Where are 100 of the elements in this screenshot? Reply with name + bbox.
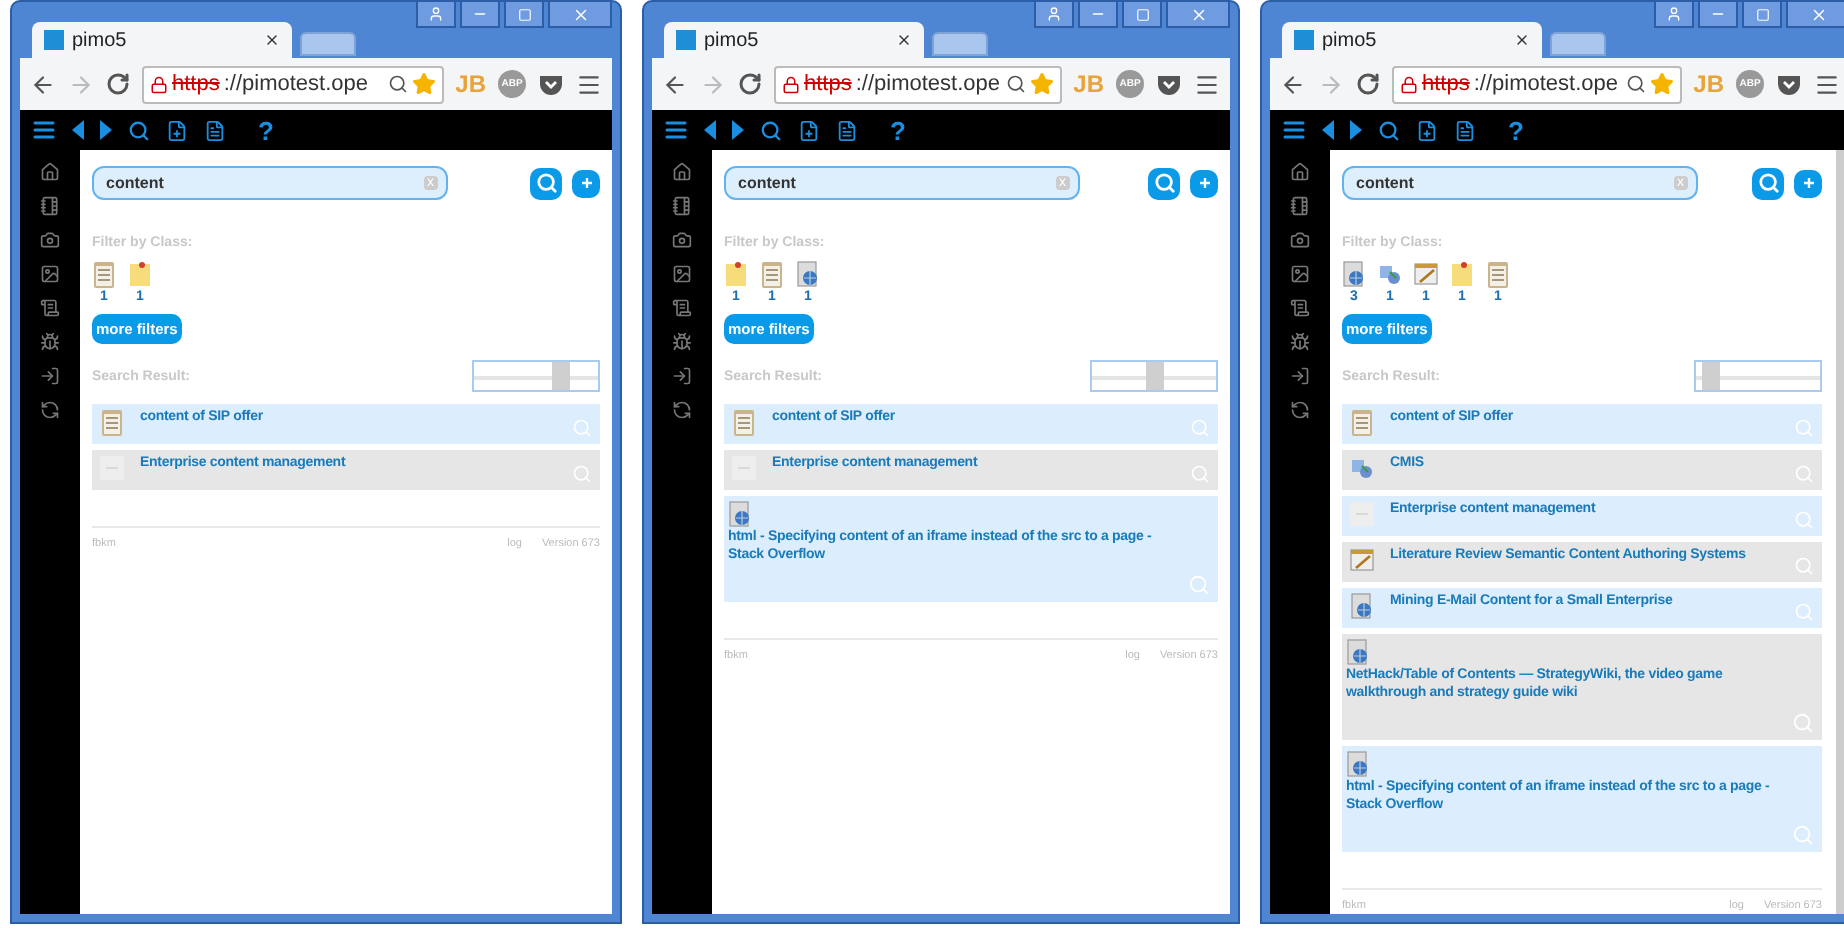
new-document-icon[interactable] <box>1416 119 1438 141</box>
add-button[interactable] <box>572 169 600 197</box>
sign-in-icon[interactable] <box>40 366 60 386</box>
list-icon[interactable] <box>32 118 56 142</box>
user-button[interactable] <box>1034 2 1074 28</box>
search-icon[interactable] <box>1625 74 1646 94</box>
new-document-icon[interactable] <box>166 119 188 141</box>
close-icon[interactable] <box>264 32 280 48</box>
camera-icon[interactable] <box>40 230 60 250</box>
document-icon[interactable] <box>204 119 226 141</box>
sign-in-icon[interactable] <box>672 366 692 386</box>
pocket-icon[interactable] <box>1776 73 1802 95</box>
star-icon[interactable] <box>1649 72 1674 96</box>
address-bar[interactable]: https ://pimotest.ope <box>142 65 444 103</box>
search-button[interactable] <box>530 167 562 199</box>
back-icon[interactable] <box>30 71 56 97</box>
notebook-icon[interactable] <box>1290 196 1310 216</box>
address-bar[interactable]: https ://pimotest.ope <box>1392 65 1682 103</box>
home-icon[interactable] <box>1290 162 1310 182</box>
reload-icon[interactable] <box>738 72 762 96</box>
pocket-icon[interactable] <box>1156 73 1182 95</box>
result-slider[interactable] <box>1090 360 1218 392</box>
home-icon[interactable] <box>40 162 60 182</box>
camera-icon[interactable] <box>1290 230 1310 250</box>
add-button[interactable] <box>1794 169 1822 197</box>
extension-button[interactable]: JB <box>1693 70 1724 98</box>
maximize-button[interactable] <box>504 2 544 28</box>
image-icon[interactable] <box>40 264 60 284</box>
forward-icon[interactable] <box>100 120 112 140</box>
back-icon[interactable] <box>704 120 716 140</box>
close-icon[interactable] <box>896 32 912 48</box>
minimize-button[interactable] <box>1078 2 1118 28</box>
back-icon[interactable] <box>662 71 688 97</box>
help-button[interactable]: ? <box>258 115 274 145</box>
star-icon[interactable] <box>411 72 436 96</box>
bug-icon[interactable] <box>672 332 692 352</box>
list-icon[interactable] <box>1290 298 1310 318</box>
maximize-button[interactable] <box>1742 2 1782 28</box>
reload-icon[interactable] <box>106 72 130 96</box>
result-slider[interactable] <box>1694 360 1822 392</box>
menu-icon[interactable] <box>1814 71 1840 97</box>
browser-tab[interactable]: pimo5 <box>664 22 924 58</box>
browser-tab[interactable]: pimo5 <box>32 22 292 58</box>
list-icon[interactable] <box>1282 118 1306 142</box>
user-icon <box>1046 6 1062 22</box>
pocket-icon[interactable] <box>538 73 564 95</box>
back-icon[interactable] <box>72 120 84 140</box>
reload-icon[interactable] <box>1356 72 1380 96</box>
close-icon[interactable] <box>1514 32 1530 48</box>
menu-icon[interactable] <box>576 71 602 97</box>
maximize-button[interactable] <box>1122 2 1162 28</box>
image-icon[interactable] <box>672 264 692 284</box>
list-icon[interactable] <box>40 298 60 318</box>
notebook-icon[interactable] <box>40 196 60 216</box>
sync-icon[interactable] <box>40 400 60 420</box>
list-icon[interactable] <box>672 298 692 318</box>
user-button[interactable] <box>416 2 456 28</box>
help-button[interactable]: ? <box>890 115 906 145</box>
forward-icon[interactable] <box>732 120 744 140</box>
close-button[interactable] <box>1166 2 1230 28</box>
add-button[interactable] <box>1190 169 1218 197</box>
close-button[interactable] <box>548 2 612 28</box>
search-icon[interactable] <box>1378 119 1400 141</box>
home-icon[interactable] <box>672 162 692 182</box>
close-button[interactable] <box>1786 2 1844 28</box>
result-class-icon <box>1350 500 1374 528</box>
search-icon[interactable] <box>760 119 782 141</box>
help-button[interactable]: ? <box>1508 115 1524 145</box>
camera-icon[interactable] <box>672 230 692 250</box>
search-icon[interactable] <box>128 119 150 141</box>
back-icon[interactable] <box>1280 71 1306 97</box>
notebook-icon[interactable] <box>672 196 692 216</box>
sync-icon[interactable] <box>1290 400 1310 420</box>
search-icon[interactable] <box>1005 74 1026 94</box>
sync-icon[interactable] <box>672 400 692 420</box>
extension-button[interactable]: JB <box>1073 70 1104 98</box>
search-button[interactable] <box>1752 167 1784 199</box>
minimize-button[interactable] <box>1698 2 1738 28</box>
close-icon <box>571 5 589 23</box>
back-icon[interactable] <box>1322 120 1334 140</box>
search-button[interactable] <box>1148 167 1180 199</box>
sign-in-icon[interactable] <box>1290 366 1310 386</box>
document-icon[interactable] <box>836 119 858 141</box>
list-icon[interactable] <box>664 118 688 142</box>
favicon-icon <box>1294 30 1314 50</box>
browser-tab[interactable]: pimo5 <box>1282 22 1542 58</box>
user-button[interactable] <box>1654 2 1694 28</box>
bug-icon[interactable] <box>40 332 60 352</box>
forward-icon[interactable] <box>1350 120 1362 140</box>
result-slider[interactable] <box>472 360 600 392</box>
menu-icon[interactable] <box>1194 71 1220 97</box>
bug-icon[interactable] <box>1290 332 1310 352</box>
search-icon[interactable] <box>387 74 408 94</box>
star-icon[interactable] <box>1029 72 1054 96</box>
address-bar[interactable]: https ://pimotest.ope <box>774 65 1062 103</box>
new-document-icon[interactable] <box>798 119 820 141</box>
document-icon[interactable] <box>1454 119 1476 141</box>
image-icon[interactable] <box>1290 264 1310 284</box>
minimize-button[interactable] <box>460 2 500 28</box>
extension-button[interactable]: JB <box>455 70 486 98</box>
